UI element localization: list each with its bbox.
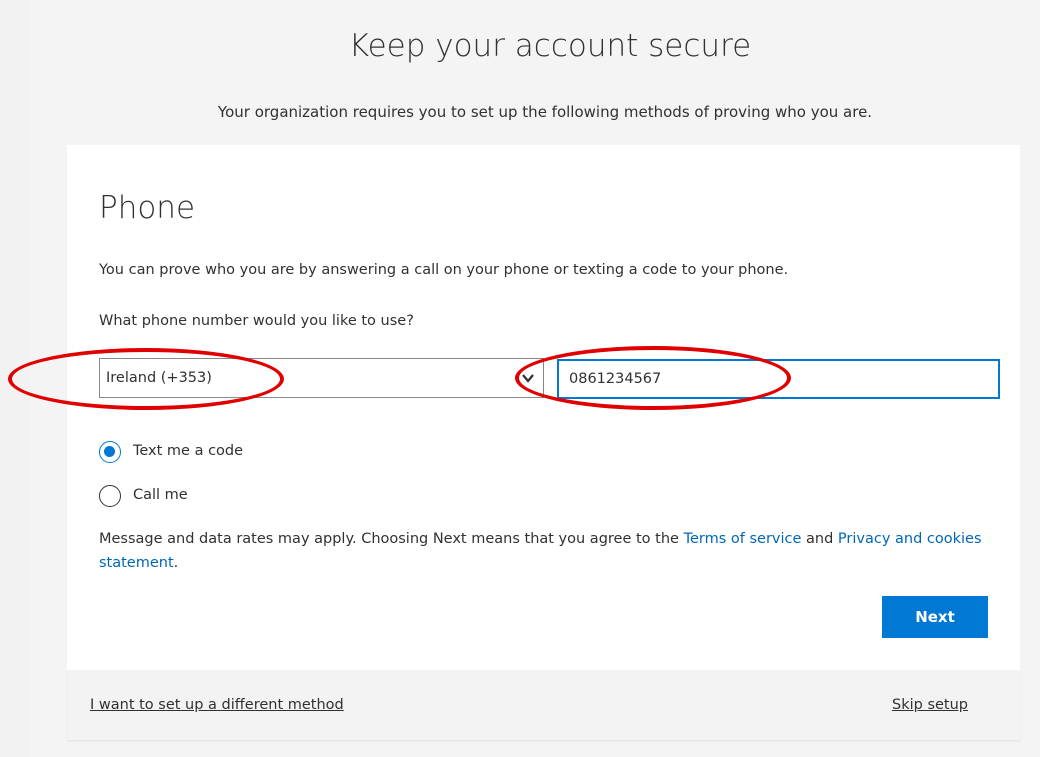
legal-prefix: Message and data rates may apply. Choosi…: [99, 531, 684, 547]
different-method-link[interactable]: I want to set up a different method: [90, 697, 344, 713]
radio-label-text-me-a-code: Text me a code: [133, 443, 244, 459]
page-title: Keep your account secure: [348, 28, 752, 64]
next-button[interactable]: Next: [882, 596, 988, 638]
phone-question: What phone number would you like to use?: [99, 313, 414, 329]
radio-label-call-me: Call me: [133, 487, 188, 503]
section-title: Phone: [99, 190, 196, 226]
skip-setup-link[interactable]: Skip setup: [892, 697, 968, 713]
legal-notice: Message and data rates may apply. Choosi…: [99, 527, 994, 575]
method-description: You can prove who you are by answering a…: [99, 262, 789, 278]
setup-card: [67, 145, 1020, 670]
phone-number-input[interactable]: [557, 359, 1000, 399]
legal-suffix: .: [173, 555, 179, 571]
radio-text-me-a-code[interactable]: [99, 441, 121, 463]
legal-middle: and: [801, 531, 838, 547]
page-subtitle: Your organization requires you to set up…: [217, 103, 873, 121]
country-code-value: Ireland (+353): [106, 370, 212, 386]
chevron-down-icon: [522, 374, 534, 383]
radio-call-me[interactable]: [99, 485, 121, 507]
terms-of-service-link[interactable]: Terms of service: [684, 531, 802, 547]
country-code-select[interactable]: Ireland (+353): [99, 358, 544, 398]
